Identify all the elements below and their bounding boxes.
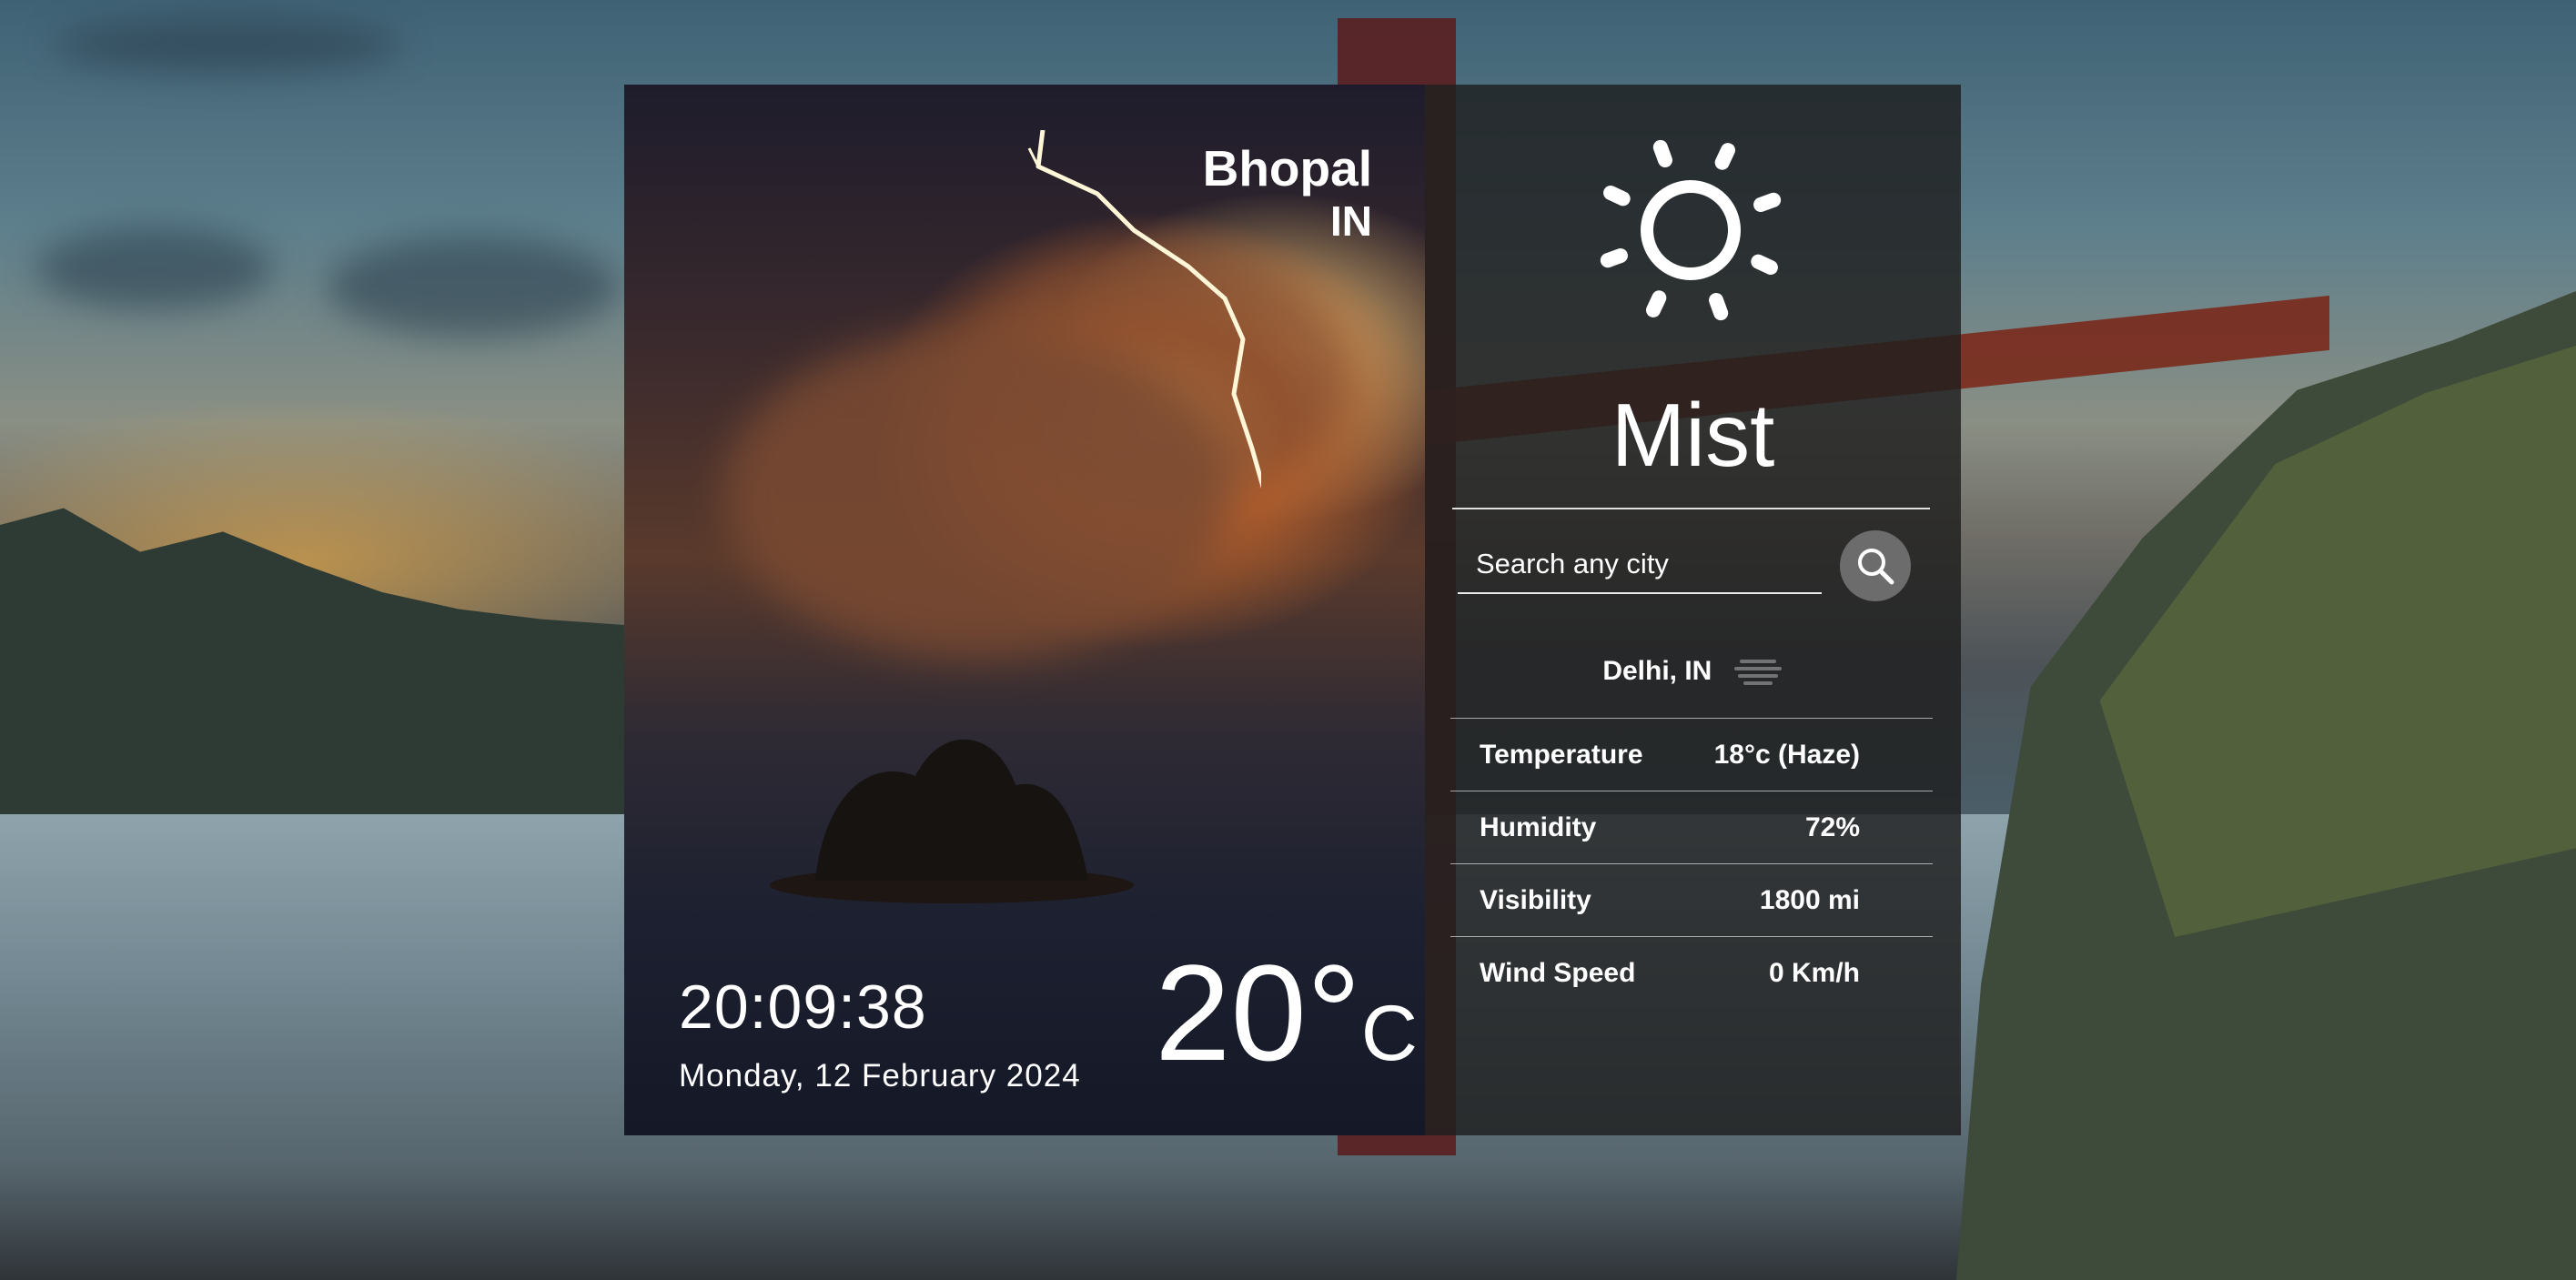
current-time: 20:09:38 — [679, 973, 927, 1042]
bg-cloud — [55, 18, 400, 73]
detail-row-wind-speed: Wind Speed 0 Km/h — [1480, 946, 1860, 1001]
searched-location-label: Delhi, IN — [1602, 656, 1712, 686]
search-icon — [1858, 549, 1894, 585]
detail-label: Wind Speed — [1480, 958, 1636, 988]
current-weather-card: Bhopal IN 20:09:38 Monday, 12 February 2… — [624, 85, 1425, 1135]
divider — [1450, 936, 1933, 937]
country-code: IN — [1330, 197, 1372, 245]
forecast-panel: Mist Delhi, IN — [1425, 85, 1961, 1135]
detail-value: 1800 mi — [1759, 885, 1860, 915]
current-date: Monday, 12 February 2024 — [679, 1058, 1081, 1094]
detail-value: 0 Km/h — [1768, 958, 1860, 988]
detail-label: Temperature — [1480, 740, 1643, 770]
divider — [1450, 863, 1933, 864]
divider — [1450, 718, 1933, 719]
sun-icon — [1600, 139, 1782, 321]
detail-value: 72% — [1804, 812, 1860, 842]
searched-location: Delhi, IN — [1425, 656, 1961, 689]
weather-widget: Bhopal IN 20:09:38 Monday, 12 February 2… — [624, 85, 1961, 1135]
search-bar — [1458, 530, 1911, 603]
search-button[interactable] — [1840, 530, 1911, 601]
weather-condition: Mist — [1611, 385, 1775, 485]
bg-cloud — [36, 227, 273, 309]
detail-value: 18°c (Haze) — [1713, 740, 1860, 770]
search-input[interactable] — [1458, 536, 1822, 594]
divider — [1452, 508, 1930, 509]
detail-label: Humidity — [1480, 812, 1597, 842]
temperature-unit: C — [1360, 990, 1418, 1077]
island-silhouette — [770, 739, 1134, 903]
current-temperature: 20°C — [1155, 944, 1418, 1102]
city-name: Bhopal — [1202, 140, 1372, 197]
city-block: Bhopal IN — [1203, 139, 1372, 245]
detail-row-temperature: Temperature 18°c (Haze) — [1480, 728, 1860, 782]
detail-label: Visibility — [1480, 885, 1591, 915]
haze-icon — [1733, 660, 1782, 686]
bg-cloud — [328, 237, 619, 337]
bg-mountain — [0, 508, 637, 828]
temperature-value: 20° — [1155, 936, 1361, 1089]
detail-row-humidity: Humidity 72% — [1480, 801, 1860, 855]
detail-row-visibility: Visibility 1800 mi — [1480, 873, 1860, 928]
